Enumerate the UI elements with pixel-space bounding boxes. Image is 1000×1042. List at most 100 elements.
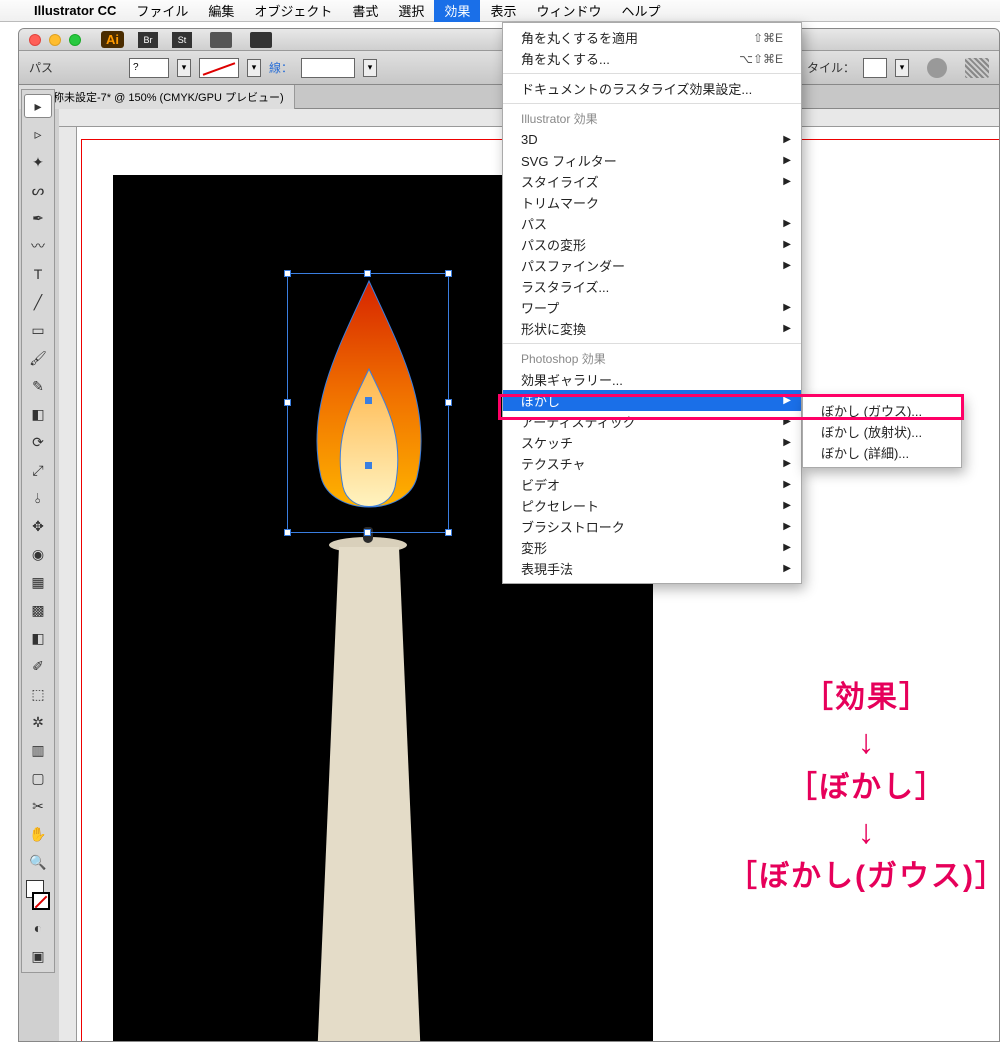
menu-sketch[interactable]: スケッチ▶ <box>503 432 801 453</box>
tool-blend[interactable]: ⬚ <box>24 682 52 706</box>
sel-handle-e[interactable] <box>445 399 452 406</box>
stroke-swatch[interactable] <box>199 58 239 78</box>
style-label: タイル： <box>807 59 855 76</box>
recolor-icon[interactable] <box>927 58 947 78</box>
tool-selection[interactable]: ▸ <box>24 94 52 118</box>
fill-dropdown[interactable]: ▾ <box>177 59 191 77</box>
tool-symbol-sprayer[interactable]: ✲ <box>24 710 52 734</box>
window-close-button[interactable] <box>29 34 41 46</box>
tool-eyedropper[interactable]: ✐ <box>24 654 52 678</box>
menu-item-label: ピクセレート <box>521 496 599 515</box>
window-minimize-button[interactable] <box>49 34 61 46</box>
tool-scale[interactable]: ⤢ <box>24 458 52 482</box>
menu-edit[interactable]: 編集 <box>198 0 244 22</box>
tool-zoom[interactable]: 🔍 <box>24 850 52 874</box>
menu-convert-shape[interactable]: 形状に変換▶ <box>503 318 801 339</box>
menu-artistic[interactable]: アーティスティック▶ <box>503 411 801 432</box>
color-mode-toggle[interactable]: ◐ <box>24 916 52 940</box>
tool-width[interactable]: ⫰ <box>24 486 52 510</box>
tool-rectangle[interactable]: ▭ <box>24 318 52 342</box>
menu-distort[interactable]: パスの変形▶ <box>503 234 801 255</box>
window-zoom-button[interactable] <box>69 34 81 46</box>
arrange-docs-icon[interactable] <box>210 32 232 48</box>
tool-shape-builder[interactable]: ◉ <box>24 542 52 566</box>
sel-handle-se[interactable] <box>445 529 452 536</box>
fill-swatch[interactable]: ? <box>129 58 169 78</box>
sel-handle-w[interactable] <box>284 399 291 406</box>
menu-app[interactable]: Illustrator CC <box>24 0 126 22</box>
menu-texture[interactable]: テクスチャ▶ <box>503 453 801 474</box>
sel-handle-nw[interactable] <box>284 270 291 277</box>
stroke-dropdown[interactable]: ▾ <box>247 59 261 77</box>
gpu-icon[interactable] <box>250 32 272 48</box>
menu-blur[interactable]: ぼかし▶ <box>503 390 801 411</box>
tool-gradient[interactable]: ◧ <box>24 626 52 650</box>
menu-file[interactable]: ファイル <box>126 0 198 22</box>
sel-handle-ne[interactable] <box>445 270 452 277</box>
tool-curvature[interactable]: 〰 <box>24 234 52 258</box>
menu-select[interactable]: 選択 <box>388 0 434 22</box>
menu-view[interactable]: 表示 <box>480 0 526 22</box>
tool-line[interactable]: ╱ <box>24 290 52 314</box>
tool-column-graph[interactable]: ▥ <box>24 738 52 762</box>
menu-3d[interactable]: 3D▶ <box>503 129 801 150</box>
tool-direct-selection[interactable]: ▹ <box>24 122 52 146</box>
submenu-smart-blur[interactable]: ぼかし (詳細)... <box>803 442 961 463</box>
submenu-radial-blur[interactable]: ぼかし (放射状)... <box>803 421 961 442</box>
menu-video[interactable]: ビデオ▶ <box>503 474 801 495</box>
tool-magic-wand[interactable]: ✦ <box>24 150 52 174</box>
stroke-weight-dd[interactable]: ▾ <box>363 59 377 77</box>
menu-help[interactable]: ヘルプ <box>611 0 670 22</box>
menu-effect[interactable]: 効果 <box>434 0 480 22</box>
menu-last-effect[interactable]: 角を丸くする... ⌥⇧⌘E <box>503 48 801 69</box>
tool-pen[interactable]: ✒ <box>24 206 52 230</box>
menu-trim-marks[interactable]: トリムマーク <box>503 192 801 213</box>
tool-pencil[interactable]: ✎ <box>24 374 52 398</box>
menu-svg-filter[interactable]: SVG フィルター▶ <box>503 150 801 171</box>
fill-stroke-indicator[interactable] <box>24 878 52 912</box>
bridge-badge[interactable]: Br <box>138 32 158 48</box>
menu-pixelate[interactable]: ピクセレート▶ <box>503 495 801 516</box>
menu-doc-raster[interactable]: ドキュメントのラスタライズ効果設定... <box>503 78 801 99</box>
menu-brush-strokes[interactable]: ブラシストローク▶ <box>503 516 801 537</box>
submenu-gaussian-blur[interactable]: ぼかし (ガウス)... <box>803 400 961 421</box>
menu-type[interactable]: 書式 <box>342 0 388 22</box>
tool-paintbrush[interactable]: 🖌 <box>24 346 52 370</box>
tool-lasso[interactable]: ᔕ <box>24 178 52 202</box>
menu-item-label: SVG フィルター <box>521 151 617 170</box>
stock-badge[interactable]: St <box>172 32 192 48</box>
menu-warp[interactable]: ワープ▶ <box>503 297 801 318</box>
menu-item-label: ブラシストローク <box>521 517 625 536</box>
tool-rotate[interactable]: ⟳ <box>24 430 52 454</box>
menu-pathfinder[interactable]: パスファインダー▶ <box>503 255 801 276</box>
stroke-indicator[interactable] <box>32 892 50 910</box>
style-dd[interactable]: ▾ <box>895 59 909 77</box>
align-icon[interactable] <box>965 58 989 78</box>
tool-eraser[interactable]: ◧ <box>24 402 52 426</box>
tool-mesh[interactable]: ▩ <box>24 598 52 622</box>
menu-stylize[interactable]: スタイライズ▶ <box>503 171 801 192</box>
sel-handle-s[interactable] <box>364 529 371 536</box>
menu-object[interactable]: オブジェクト <box>244 0 342 22</box>
document-tab[interactable]: × 名称未設定-7* @ 150% (CMYK/GPU プレビュー) <box>19 85 295 109</box>
style-swatch[interactable] <box>863 58 887 78</box>
menu-distort-ps[interactable]: 変形▶ <box>503 537 801 558</box>
menu-window[interactable]: ウィンドウ <box>526 0 611 22</box>
menu-effect-gallery[interactable]: 効果ギャラリー... <box>503 369 801 390</box>
menu-path[interactable]: パス▶ <box>503 213 801 234</box>
stroke-label[interactable]: 線： <box>269 59 293 76</box>
tool-artboard[interactable]: ▢ <box>24 766 52 790</box>
stroke-weight[interactable] <box>301 58 355 78</box>
tool-free-transform[interactable]: ✥ <box>24 514 52 538</box>
menu-apply-last[interactable]: 角を丸くするを適用 ⇧⌘E <box>503 27 801 48</box>
tool-slice[interactable]: ✂ <box>24 794 52 818</box>
menu-rasterize[interactable]: ラスタライズ... <box>503 276 801 297</box>
sel-handle-sw[interactable] <box>284 529 291 536</box>
tool-type[interactable]: T <box>24 262 52 286</box>
selection-bounding-box[interactable] <box>287 273 449 533</box>
menu-stylize-ps[interactable]: 表現手法▶ <box>503 558 801 579</box>
tool-hand[interactable]: ✋ <box>24 822 52 846</box>
tool-perspective[interactable]: ▦ <box>24 570 52 594</box>
screen-mode[interactable]: ▣ <box>24 944 52 968</box>
sel-handle-n[interactable] <box>364 270 371 277</box>
